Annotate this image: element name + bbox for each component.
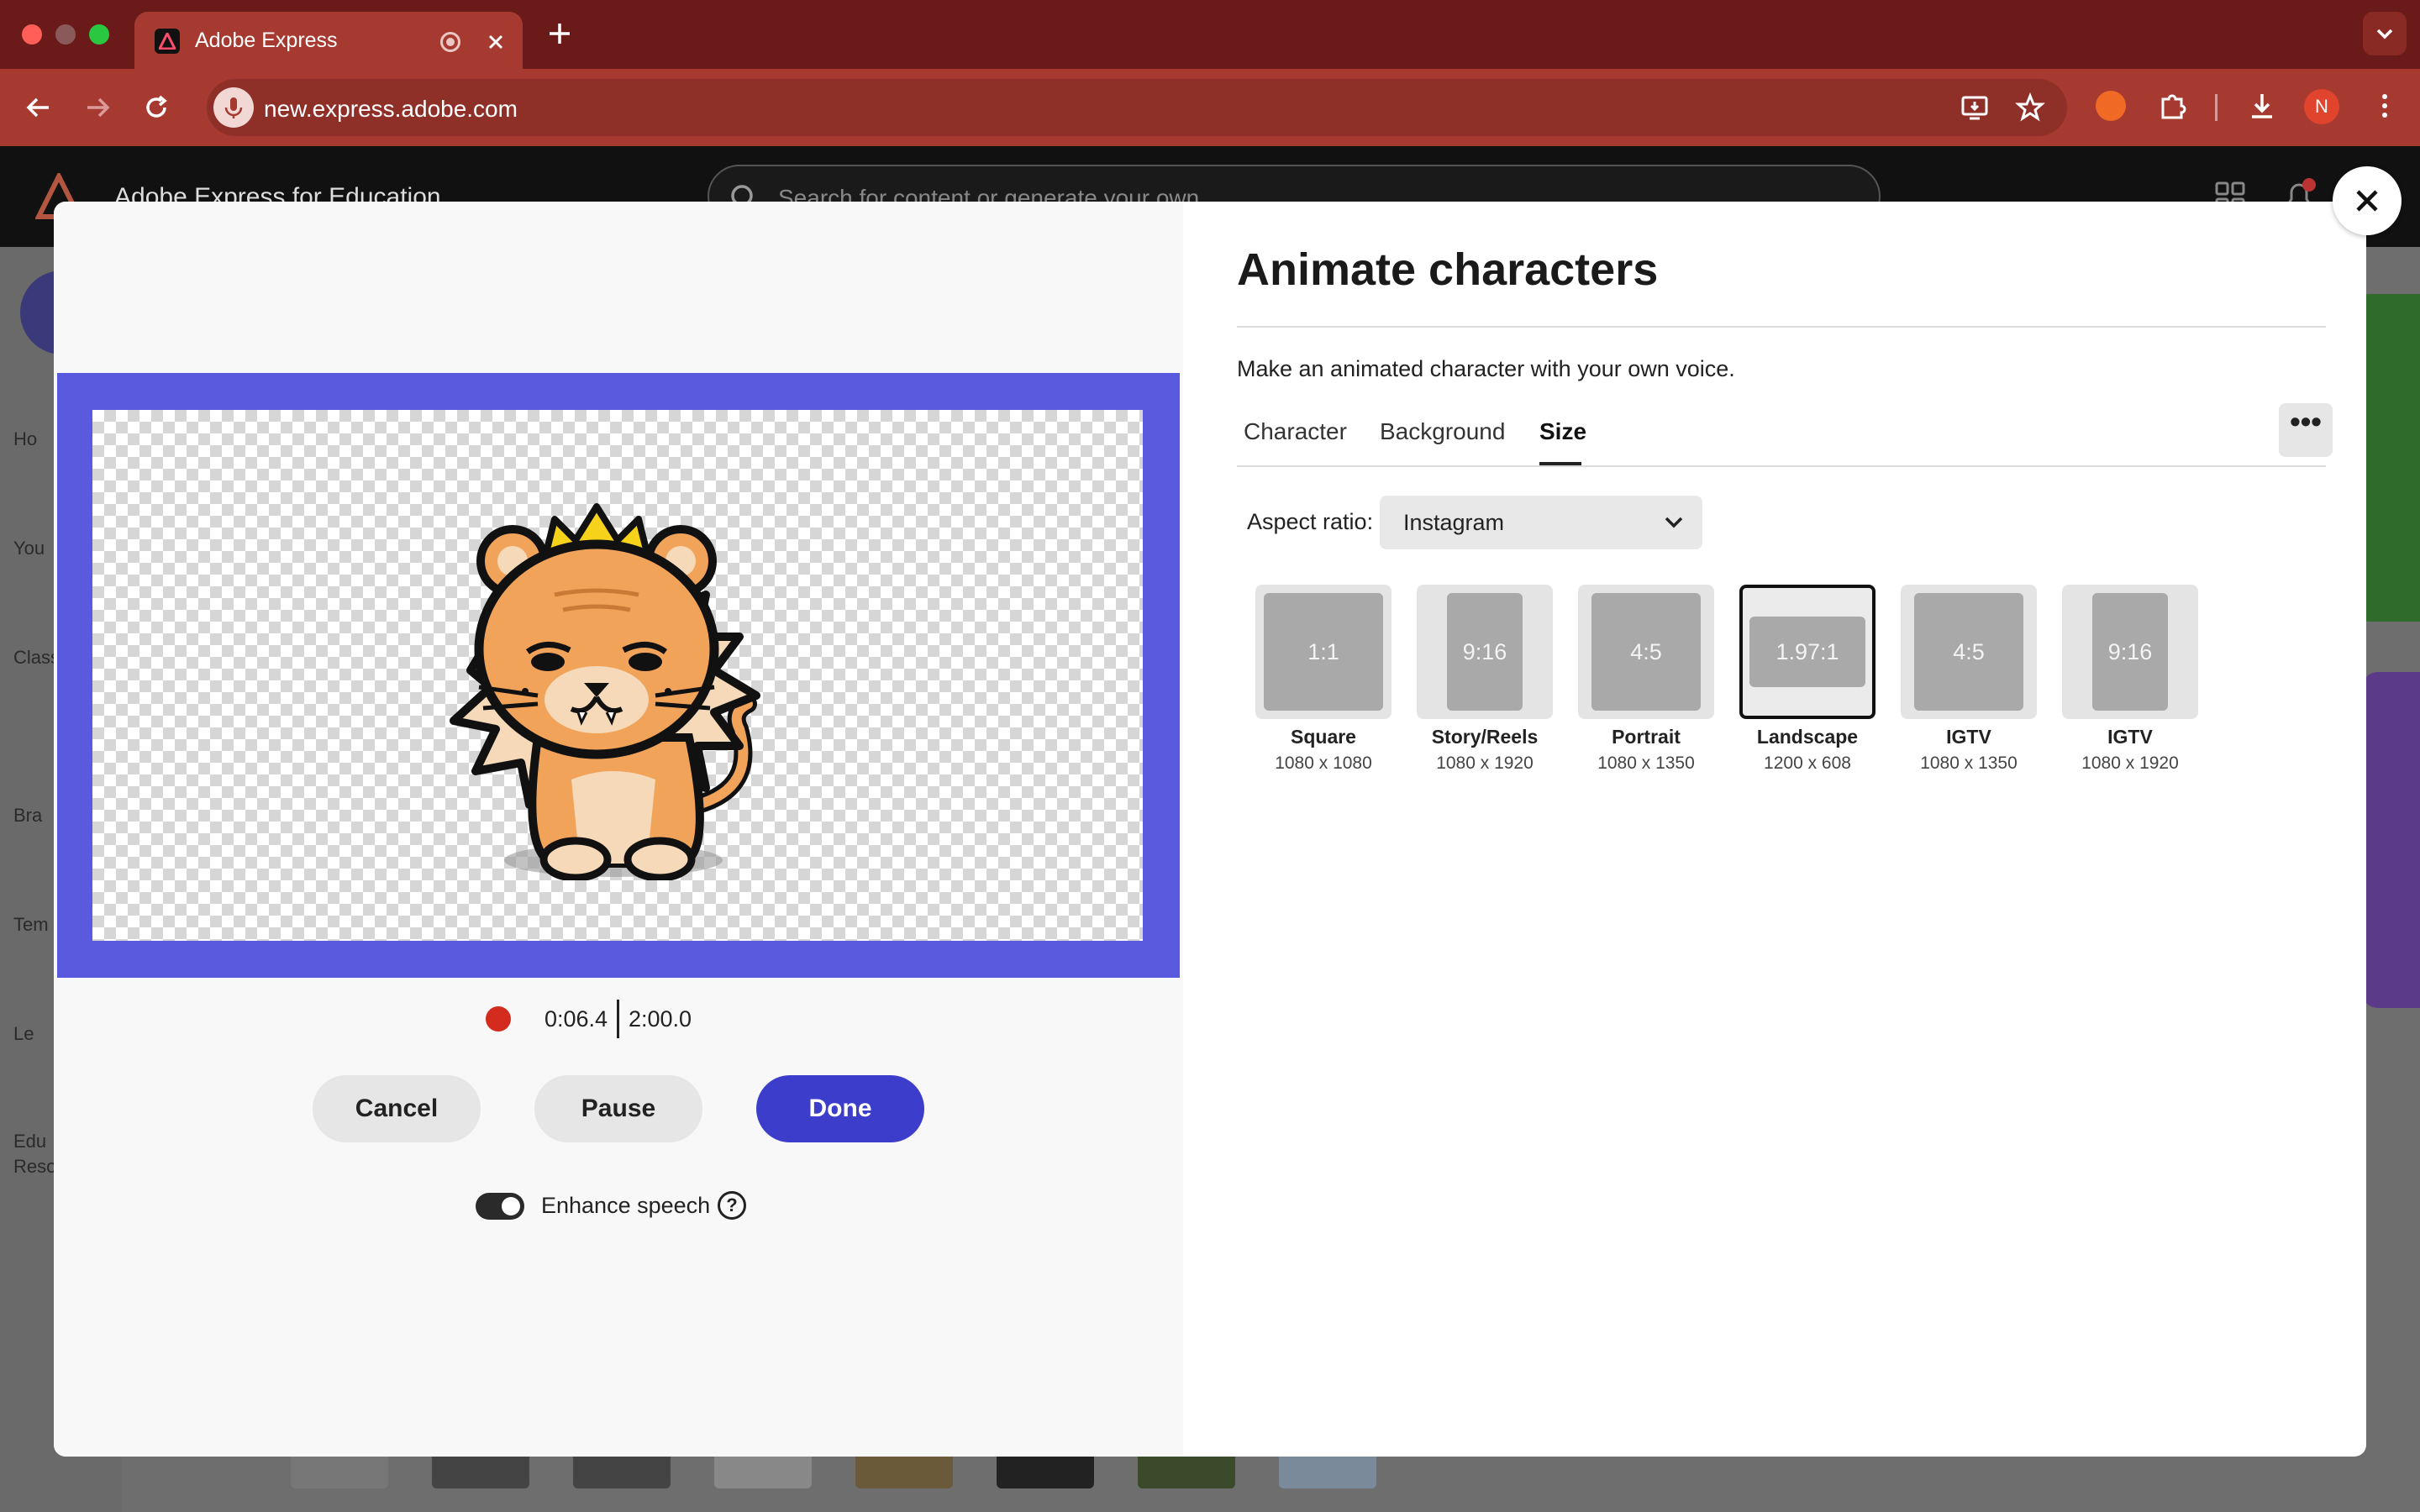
enhance-speech-label: Enhance speech	[541, 1193, 711, 1218]
new-tab-icon[interactable]	[543, 17, 576, 50]
address-bar[interactable]: new.express.adobe.com	[207, 79, 2067, 136]
size-option-dims: 1200 x 608	[1764, 753, 1851, 773]
sidebar-item-home-label: Ho	[13, 428, 38, 449]
close-icon	[2356, 190, 2378, 212]
window-close-button[interactable]	[22, 24, 42, 45]
size-ratio-preview: 4:5	[1914, 593, 2023, 711]
size-ratio-preview: 4:5	[1591, 593, 1701, 711]
size-ratio-preview: 1:1	[1264, 593, 1383, 711]
adobe-express-favicon-icon	[155, 29, 180, 54]
sidebar-item-education-label: Edu	[13, 1131, 47, 1152]
extension-icon[interactable]	[2096, 91, 2126, 121]
sidebar-item-learn-label: Le	[13, 1023, 34, 1044]
animate-characters-modal: 0:06.4 2:00.0 Cancel Pause Done Enhance …	[54, 202, 2366, 1457]
size-option-name: IGTV	[1946, 726, 1991, 748]
recording-dot-icon	[486, 1006, 511, 1032]
lion-character-image	[450, 503, 760, 880]
tab-background[interactable]: Background	[1380, 418, 1505, 445]
aspect-ratio-value: Instagram	[1403, 510, 1505, 535]
recording-total-time: 2:00.0	[629, 1006, 692, 1032]
time-divider	[617, 1000, 619, 1038]
browser-menu-icon[interactable]	[2368, 89, 2402, 123]
url-text[interactable]: new.express.adobe.com	[264, 96, 518, 123]
modal-description: Make an animated character with your own…	[1237, 356, 1735, 381]
size-ratio-preview: 1.97:1	[1749, 617, 1865, 687]
size-option-dims: 1080 x 1920	[2081, 753, 2179, 773]
reload-icon[interactable]	[139, 91, 173, 124]
size-option-name: Landscape	[1756, 726, 1859, 748]
size-option-dims: 1080 x 1350	[1920, 753, 2018, 773]
aspect-ratio-label: Aspect ratio:	[1247, 509, 1374, 534]
size-option-square[interactable]: 1:1	[1255, 585, 1392, 719]
window-zoom-button[interactable]	[89, 24, 109, 45]
download-icon[interactable]	[2245, 89, 2279, 123]
sidebar-item-classroom-label: Class	[13, 647, 60, 668]
background-card-purple	[2361, 672, 2420, 1008]
browser-toolbar: new.express.adobe.com	[0, 69, 2420, 146]
browser-tabstrip: Adobe Express	[0, 0, 2420, 69]
chevron-down-icon	[2376, 29, 2393, 39]
tab-close-icon[interactable]	[481, 27, 511, 57]
pause-button[interactable]: Pause	[534, 1075, 702, 1142]
transparent-canvas	[92, 410, 1143, 941]
recording-indicator-icon	[440, 32, 460, 52]
size-option-name: Story/Reels	[1431, 726, 1539, 748]
more-options-button[interactable]: •••	[2279, 403, 2333, 457]
tab-search-button[interactable]	[2363, 12, 2407, 55]
profile-avatar[interactable]: N	[2304, 89, 2339, 124]
size-option-igtv-4-5[interactable]: 4:5	[1901, 585, 2037, 719]
forward-icon[interactable]	[81, 91, 114, 124]
size-option-portrait[interactable]: 4:5	[1578, 585, 1714, 719]
install-app-icon[interactable]	[1958, 91, 1991, 124]
size-option-story-reels[interactable]: 9:16	[1417, 585, 1553, 719]
size-ratio-preview: 9:16	[2092, 593, 2168, 711]
microphone-icon[interactable]	[213, 87, 254, 128]
title-divider	[1237, 326, 2326, 328]
sidebar-item-brands-label: Bra	[13, 805, 43, 826]
window-minimize-button[interactable]	[55, 24, 76, 45]
tab-character[interactable]: Character	[1244, 418, 1347, 445]
size-option-dims: 1080 x 1080	[1275, 753, 1372, 773]
recording-current-time: 0:06.4	[544, 1006, 608, 1032]
browser-tab-active[interactable]: Adobe Express	[134, 12, 523, 69]
back-icon[interactable]	[22, 91, 55, 124]
sidebar-item-your-stuff-label: You	[13, 538, 45, 559]
modal-close-button[interactable]	[2333, 166, 2402, 235]
size-option-dims: 1080 x 1920	[1436, 753, 1534, 773]
size-option-landscape[interactable]: 1.97:1	[1739, 585, 1876, 719]
help-icon[interactable]: ?	[718, 1191, 746, 1220]
size-option-name: Portrait	[1612, 726, 1681, 748]
size-option-name: IGTV	[2107, 726, 2153, 748]
browser-tab-title: Adobe Express	[195, 29, 338, 52]
size-option-name: Square	[1291, 726, 1356, 748]
character-stage	[57, 373, 1180, 978]
preview-pane: 0:06.4 2:00.0 Cancel Pause Done Enhance …	[54, 202, 1183, 1457]
cancel-button[interactable]: Cancel	[313, 1075, 481, 1142]
sidebar-item-resources-label: Reso	[13, 1156, 57, 1177]
sidebar-item-templates-label: Tem	[13, 914, 49, 935]
toolbar-divider	[2215, 94, 2217, 121]
enhance-speech-toggle[interactable]	[476, 1193, 524, 1220]
size-option-dims: 1080 x 1350	[1597, 753, 1695, 773]
chevron-down-icon	[1665, 517, 1683, 528]
done-button[interactable]: Done	[756, 1075, 924, 1142]
aspect-ratio-select[interactable]: Instagram	[1380, 496, 1702, 549]
tabs-divider	[1237, 465, 2326, 467]
extensions-puzzle-icon[interactable]	[2156, 89, 2190, 123]
bookmark-star-icon[interactable]	[2013, 91, 2047, 124]
modal-title: Animate characters	[1237, 244, 1659, 295]
size-ratio-preview: 9:16	[1447, 593, 1523, 711]
size-option-igtv-9-16[interactable]: 9:16	[2062, 585, 2198, 719]
tab-size[interactable]: Size	[1539, 418, 1586, 445]
